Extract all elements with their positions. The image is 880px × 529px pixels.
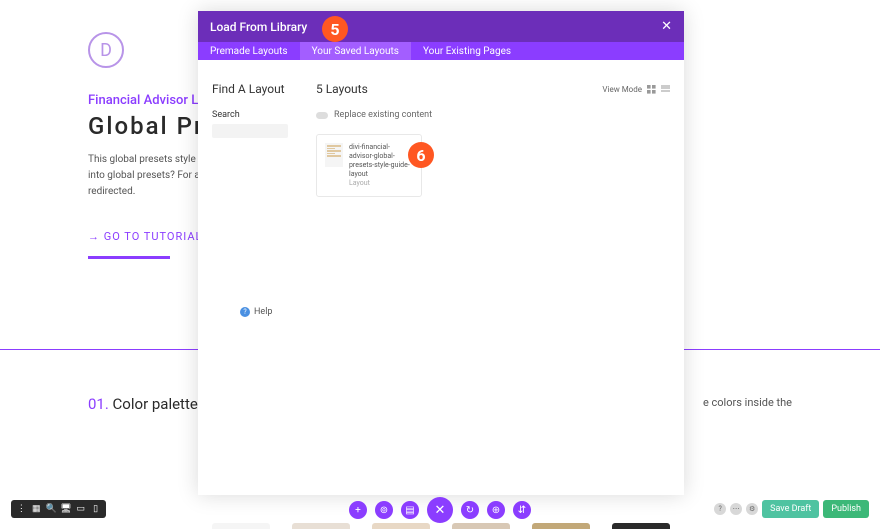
save-draft-button[interactable]: Save Draft (762, 500, 819, 518)
zoom-icon[interactable]: 🔍 (47, 505, 56, 514)
menu-icon[interactable]: ⋮ (17, 505, 26, 514)
help-circle-icon[interactable]: ? (714, 503, 726, 515)
history-button[interactable]: ↻ (461, 501, 479, 519)
replace-content-row: Replace existing content (316, 110, 670, 120)
bottom-toolbar-left: ⋮ ▦ 🔍 🖥 ▭ ▯ (11, 500, 106, 518)
link-underline (88, 256, 170, 259)
section-number: 01. (88, 395, 109, 413)
modal-title: Load From Library (210, 20, 307, 34)
list-view-icon[interactable] (661, 85, 670, 94)
tab-existing-pages[interactable]: Your Existing Pages (411, 42, 523, 60)
wireframe-icon[interactable]: ▦ (32, 505, 41, 514)
section-title: 01. Color palette (88, 395, 198, 413)
layout-card-text: divi-financial-advisor-global-presets-st… (349, 143, 413, 188)
search-label: Search (212, 110, 288, 120)
modal-body: Find A Layout Search ? Help 5 Layouts Vi… (198, 60, 684, 495)
layout-name: divi-financial-advisor-global-presets-st… (349, 143, 413, 179)
modal-sidebar: Find A Layout Search ? Help (198, 60, 302, 495)
bottom-toolbar-center: + ⊚ ▤ ✕ ↻ ⊕ ⇵ (349, 497, 531, 523)
sidebar-title: Find A Layout (212, 82, 288, 96)
phone-icon[interactable]: ▯ (91, 505, 100, 514)
help-link[interactable]: ? Help (240, 307, 272, 317)
close-builder-button[interactable]: ✕ (427, 497, 453, 523)
search-input[interactable] (212, 124, 288, 138)
layouts-count-title: 5 Layouts (316, 82, 368, 96)
tutorial-link[interactable]: → GO TO TUTORIAL (88, 230, 202, 243)
expand-button[interactable]: ⇵ (513, 501, 531, 519)
gear-circle-icon[interactable]: ⚙ (746, 503, 758, 515)
grid-view-icon[interactable] (647, 85, 656, 94)
load-library-modal: Load From Library ✕ Premade Layouts Your… (198, 11, 684, 495)
help-icon: ? (240, 307, 250, 317)
modal-main: 5 Layouts View Mode Replace existing con… (302, 60, 684, 495)
close-icon[interactable]: ✕ (661, 19, 672, 34)
settings-button[interactable]: ⊚ (375, 501, 393, 519)
swatch (372, 523, 430, 529)
swatch (292, 523, 350, 529)
tab-premade-layouts[interactable]: Premade Layouts (198, 42, 300, 60)
annotation-circle-6: 6 (408, 142, 434, 168)
divi-logo: D (88, 32, 124, 68)
swatch (212, 523, 270, 529)
layout-type: Layout (349, 179, 413, 188)
side-text-fragment: e colors inside the (703, 396, 792, 409)
desktop-icon[interactable]: 🖥 (61, 505, 70, 514)
help-label: Help (254, 307, 272, 317)
add-button[interactable]: + (349, 501, 367, 519)
publish-button[interactable]: Publish (823, 500, 869, 518)
bottom-toolbar-right: ? ⋯ ⚙ Save Draft Publish (714, 500, 869, 518)
replace-label: Replace existing content (334, 110, 432, 120)
section-label: Color palette (109, 395, 198, 413)
swatch (452, 523, 510, 529)
portability-button[interactable]: ⊕ (487, 501, 505, 519)
color-swatches (212, 523, 670, 529)
modal-tabs: Premade Layouts Your Saved Layouts Your … (198, 42, 684, 60)
layout-thumbnail (325, 143, 343, 167)
tablet-icon[interactable]: ▭ (76, 505, 85, 514)
swatch (612, 523, 670, 529)
main-header: 5 Layouts View Mode (316, 82, 670, 96)
annotation-circle-5: 5 (322, 16, 348, 42)
tab-saved-layouts[interactable]: Your Saved Layouts (300, 42, 411, 60)
view-mode-label: View Mode (602, 85, 642, 94)
replace-toggle[interactable] (316, 112, 328, 119)
view-mode-controls: View Mode (602, 85, 670, 94)
modal-header: Load From Library ✕ (198, 11, 684, 42)
layers-button[interactable]: ▤ (401, 501, 419, 519)
swatch (532, 523, 590, 529)
layout-card[interactable]: divi-financial-advisor-global-presets-st… (316, 134, 422, 197)
options-circle-icon[interactable]: ⋯ (730, 503, 742, 515)
